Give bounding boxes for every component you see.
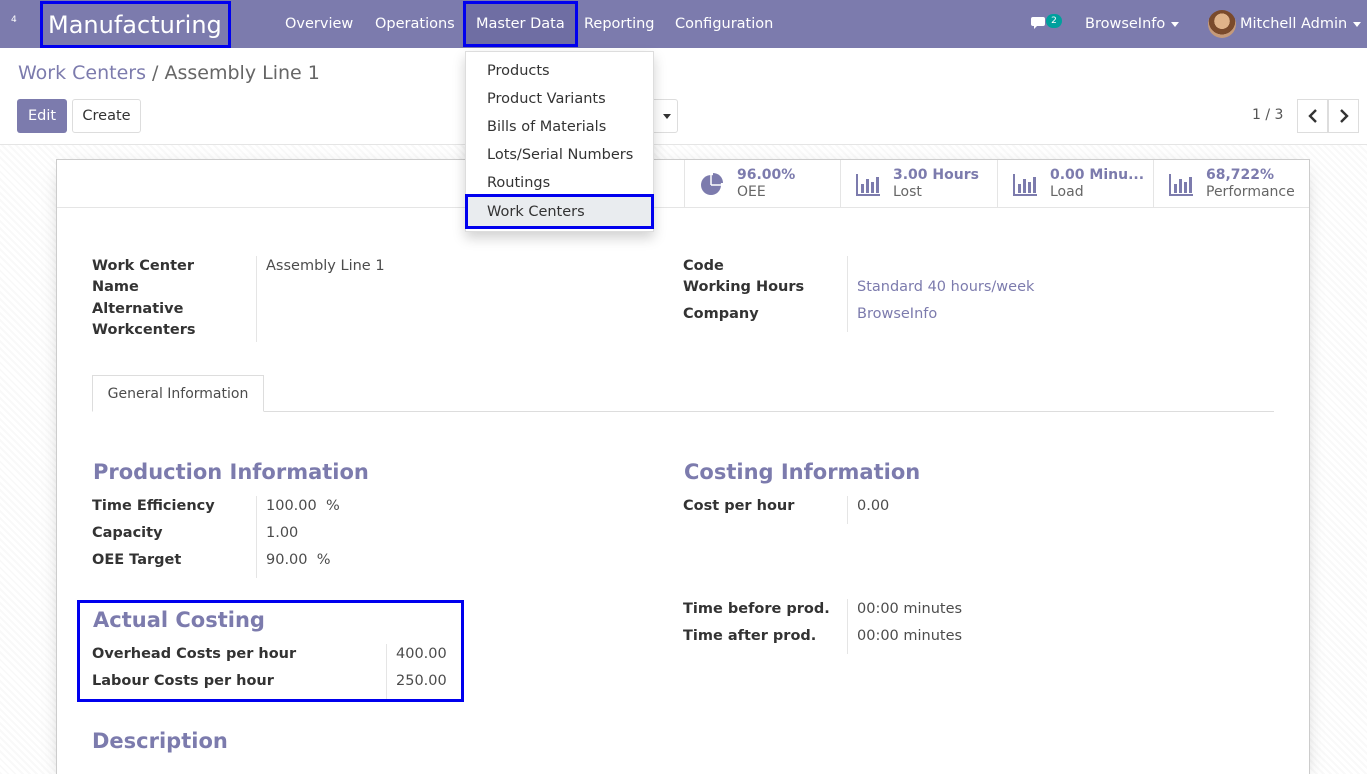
pie-chart-icon (701, 173, 723, 195)
dropdown-item-products[interactable]: Products (466, 57, 653, 85)
stat-value: 0.00 Minu... (1050, 167, 1145, 183)
pager-next-button[interactable] (1328, 99, 1359, 133)
dropdown-item-lots-serial-numbers[interactable]: Lots/Serial Numbers (466, 141, 653, 169)
work-center-name-label: Work Center Name (92, 256, 194, 298)
master-data-dropdown: Products Product Variants Bills of Mater… (465, 51, 654, 232)
menu-overview[interactable]: Overview (285, 0, 353, 48)
bar-chart-icon (856, 174, 880, 196)
code-label: Code (683, 258, 724, 274)
form-sheet: 96.00% OEE 3.00 Hours Lost 0.00 Minu... … (56, 159, 1310, 774)
time-after-prod-label: Time after prod. (683, 628, 817, 644)
caret-down-icon (1353, 21, 1362, 27)
label-line: Work Center (92, 258, 194, 274)
label-line: Name (92, 279, 139, 295)
company-name: BrowseInfo (1085, 16, 1166, 32)
label-line: Workcenters (92, 322, 196, 338)
stat-lost-button[interactable]: 3.00 Hours Lost (840, 160, 997, 208)
chevron-left-icon (1307, 109, 1317, 123)
stat-label: Load (1050, 184, 1084, 200)
costing-info-title: Costing Information (684, 460, 921, 484)
value-unit: % (325, 498, 340, 514)
stat-load-button[interactable]: 0.00 Minu... Load (997, 160, 1153, 208)
bar-chart-icon (1013, 174, 1037, 196)
tab-general-information[interactable]: General Information (92, 375, 264, 412)
pager-value[interactable]: 1 / 3 (1252, 107, 1283, 123)
cost-per-hour-label: Cost per hour (683, 498, 795, 514)
stat-label: Performance (1206, 184, 1295, 200)
menu-operations[interactable]: Operations (375, 0, 455, 48)
stat-oee-button[interactable]: 96.00% OEE (684, 160, 840, 208)
company-link[interactable]: BrowseInfo (857, 304, 937, 325)
oee-target-label: OEE Target (92, 552, 182, 568)
user-name: Mitchell Admin (1240, 16, 1348, 32)
stat-value: 3.00 Hours (893, 167, 979, 183)
time-before-prod-label: Time before prod. (683, 601, 830, 617)
time-after-prod-value[interactable]: 00:00 minutes (857, 626, 962, 647)
dropdown-item-product-variants[interactable]: Product Variants (466, 85, 653, 113)
breadcrumb-parent[interactable]: Work Centers (18, 62, 146, 84)
edit-button[interactable]: Edit (17, 99, 67, 133)
breadcrumb: Work Centers / Assembly Line 1 (18, 62, 320, 84)
actual-costing-title: Actual Costing (93, 608, 265, 632)
field-separator (847, 256, 848, 332)
field-separator (847, 599, 848, 654)
field-separator (847, 496, 848, 524)
company-switcher[interactable]: BrowseInfo (1085, 0, 1180, 48)
menu-master-data[interactable]: Master Data (463, 1, 578, 47)
stat-value: 68,722% (1206, 167, 1275, 183)
oee-target-value[interactable]: 90.00 % (266, 550, 331, 571)
chevron-right-icon (1339, 109, 1349, 123)
value-number: 100.00 (266, 498, 317, 514)
create-button[interactable]: Create (72, 99, 141, 133)
overhead-costs-value[interactable]: 400.00 (396, 644, 447, 665)
value-unit: % (316, 552, 331, 568)
messages-count-badge: 2 (1046, 14, 1062, 28)
pager-previous-button[interactable] (1297, 99, 1328, 133)
production-info-title: Production Information (93, 460, 369, 484)
stat-label: OEE (737, 184, 766, 200)
user-menu[interactable]: Mitchell Admin (1240, 0, 1362, 48)
working-hours-label: Working Hours (683, 279, 805, 295)
labour-costs-value[interactable]: 250.00 (396, 671, 447, 692)
alternative-workcenters-label: Alternative Workcenters (92, 299, 196, 341)
user-avatar[interactable] (1208, 10, 1236, 38)
dropdown-item-bills-of-materials[interactable]: Bills of Materials (466, 113, 653, 141)
stat-buttons-bar: 96.00% OEE 3.00 Hours Lost 0.00 Minu... … (57, 160, 1309, 208)
capacity-value[interactable]: 1.00 (266, 523, 298, 544)
stat-label: Lost (893, 184, 922, 200)
menu-reporting[interactable]: Reporting (584, 0, 655, 48)
caret-down-icon (662, 113, 671, 119)
capacity-label: Capacity (92, 525, 163, 541)
field-separator (256, 496, 257, 578)
stat-value: 96.00% (737, 167, 796, 183)
dropdown-item-work-centers[interactable]: Work Centers (465, 194, 654, 229)
caret-down-icon (1171, 21, 1180, 27)
label-line: Alternative (92, 301, 184, 317)
apps-menu-badge[interactable]: 4 (11, 15, 17, 25)
company-label: Company (683, 306, 759, 322)
field-separator (386, 644, 387, 699)
work-center-name-value[interactable]: Assembly Line 1 (266, 256, 385, 277)
field-separator (256, 256, 257, 342)
time-efficiency-value[interactable]: 100.00 % (266, 496, 340, 517)
cost-per-hour-value[interactable]: 0.00 (857, 496, 889, 517)
working-hours-link[interactable]: Standard 40 hours/week (857, 277, 1034, 298)
time-before-prod-value[interactable]: 00:00 minutes (857, 599, 962, 620)
description-title: Description (92, 729, 228, 753)
breadcrumb-current: Assembly Line 1 (164, 62, 320, 84)
value-number: 90.00 (266, 552, 308, 568)
tabs-underline (92, 411, 1274, 412)
time-efficiency-label: Time Efficiency (92, 498, 215, 514)
app-brand[interactable]: Manufacturing (40, 1, 231, 48)
bar-chart-icon (1169, 174, 1193, 196)
labour-costs-label: Labour Costs per hour (92, 673, 274, 689)
overhead-costs-label: Overhead Costs per hour (92, 646, 297, 662)
stat-performance-button[interactable]: 68,722% Performance (1153, 160, 1309, 208)
breadcrumb-separator: / (152, 62, 159, 84)
menu-configuration[interactable]: Configuration (675, 0, 773, 48)
dropdown-item-routings[interactable]: Routings (466, 169, 653, 197)
top-navbar: 4 Manufacturing Overview Operations Mast… (0, 0, 1367, 48)
